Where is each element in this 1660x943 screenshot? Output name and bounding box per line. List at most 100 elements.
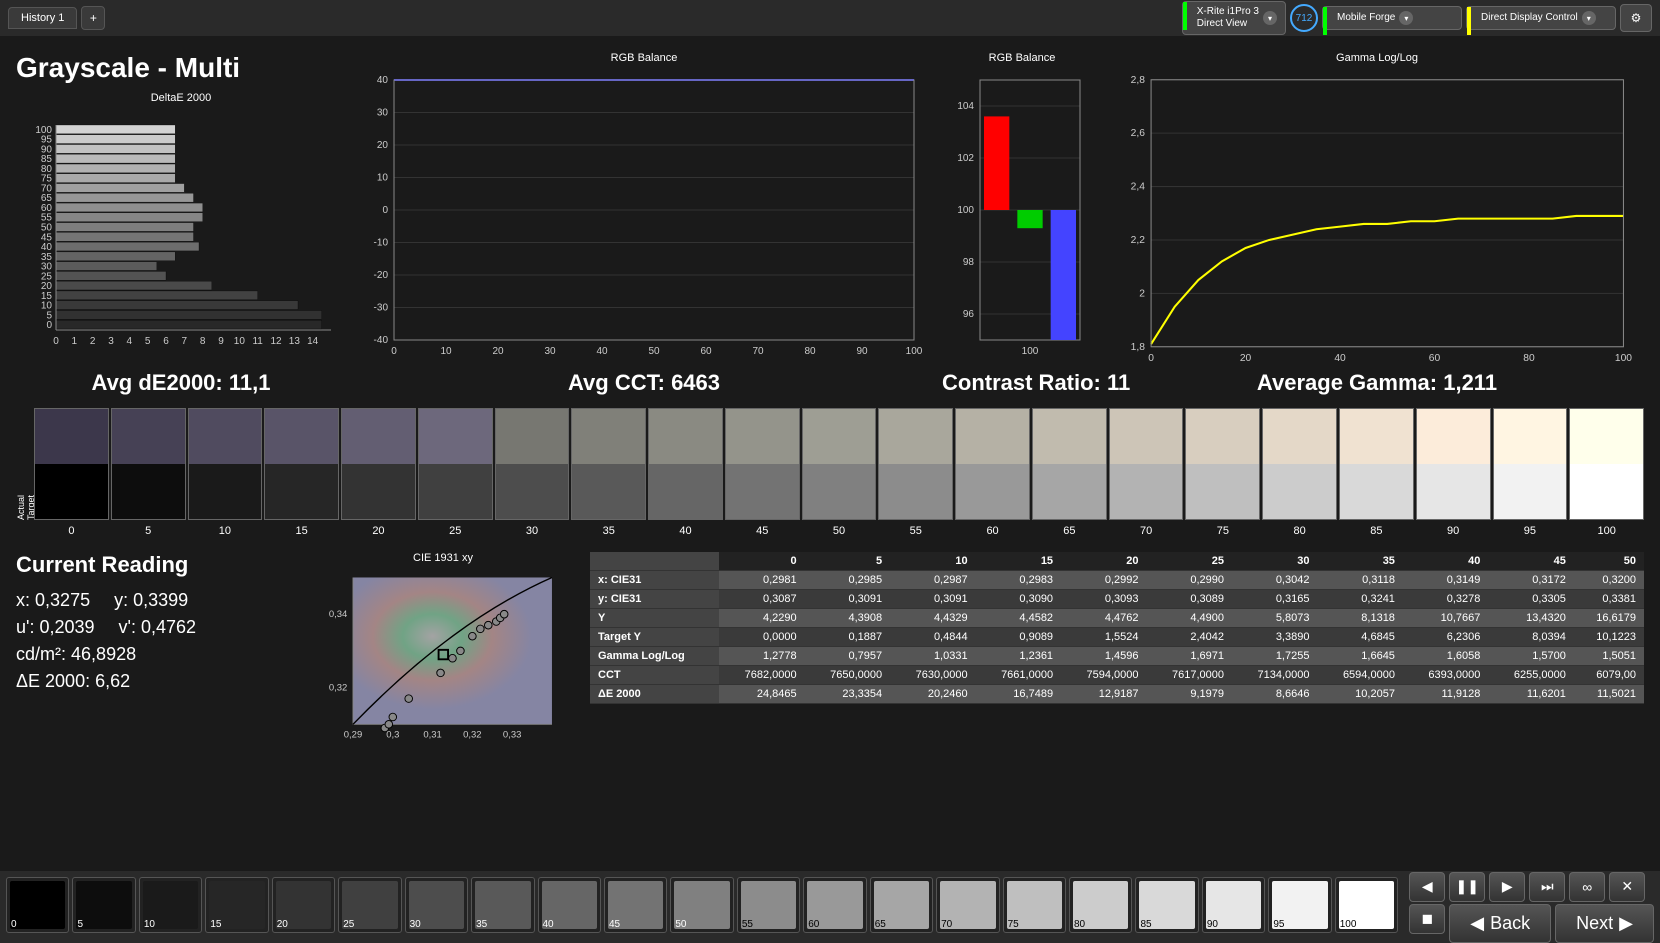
swatch-0[interactable]: 0 <box>34 408 109 520</box>
thumb-35[interactable]: 35 <box>471 877 534 933</box>
svg-text:100: 100 <box>35 125 52 136</box>
table-row: Y4,22904,39084,43294,45824,47624,49005,8… <box>590 609 1644 628</box>
swatch-55[interactable]: 55 <box>878 408 953 520</box>
thumb-70[interactable]: 70 <box>936 877 999 933</box>
svg-text:104: 104 <box>957 101 974 112</box>
thumb-50[interactable]: 50 <box>670 877 733 933</box>
table-cell: 4,3908 <box>805 609 890 628</box>
table-cell: 0,1887 <box>805 628 890 647</box>
prev-button[interactable]: ◀ <box>1409 872 1445 902</box>
thumb-30[interactable]: 30 <box>405 877 468 933</box>
swatch-85[interactable]: 85 <box>1339 408 1414 520</box>
back-button[interactable]: ◀Back <box>1449 904 1551 943</box>
table-cell: 4,4329 <box>890 609 975 628</box>
swatch-10[interactable]: 10 <box>188 408 263 520</box>
swatch-90[interactable]: 90 <box>1416 408 1491 520</box>
swatch-axis-labels: Actual Target <box>16 408 32 520</box>
thumb-20[interactable]: 20 <box>272 877 335 933</box>
pause-button[interactable]: ❚❚ <box>1449 872 1485 902</box>
svg-text:50: 50 <box>41 223 53 234</box>
loop-button[interactable]: ∞ <box>1569 872 1605 902</box>
swatch-5[interactable]: 5 <box>111 408 186 520</box>
table-cell: 7650,0000 <box>805 666 890 685</box>
thumb-60[interactable]: 60 <box>803 877 866 933</box>
thumb-label: 70 <box>941 919 952 930</box>
svg-text:0,3: 0,3 <box>386 730 399 741</box>
thumb-85[interactable]: 85 <box>1135 877 1198 933</box>
table-cell: 4,2290 <box>719 609 804 628</box>
thumb-75[interactable]: 75 <box>1003 877 1066 933</box>
close-button[interactable]: ✕ <box>1609 872 1645 902</box>
table-cell: 1,5524 <box>1061 628 1146 647</box>
thumb-80[interactable]: 80 <box>1069 877 1132 933</box>
thumb-45[interactable]: 45 <box>604 877 667 933</box>
swatch-60[interactable]: 60 <box>955 408 1030 520</box>
thumb-10[interactable]: 10 <box>139 877 202 933</box>
table-cell: 5,8073 <box>1232 609 1317 628</box>
back-icon: ◀ <box>1470 913 1484 934</box>
thumb-55[interactable]: 55 <box>737 877 800 933</box>
swatch-40[interactable]: 40 <box>648 408 723 520</box>
swatch-95[interactable]: 95 <box>1493 408 1568 520</box>
table-header: 50 <box>1574 552 1644 571</box>
svg-text:7: 7 <box>182 336 188 347</box>
thumb-0[interactable]: 0 <box>6 877 69 933</box>
add-tab-button[interactable]: + <box>81 6 105 30</box>
swatch-45[interactable]: 45 <box>725 408 800 520</box>
avg-gamma-metric: Average Gamma: 1,211 <box>1110 370 1644 396</box>
table-header: 5 <box>805 552 890 571</box>
thumb-label: 55 <box>742 919 753 930</box>
table-header: 20 <box>1061 552 1146 571</box>
swatch-50[interactable]: 50 <box>802 408 877 520</box>
svg-text:0,31: 0,31 <box>423 730 441 741</box>
history-tab[interactable]: History 1 <box>8 7 77 29</box>
table-cell: 7594,0000 <box>1061 666 1146 685</box>
table-header: 0 <box>719 552 804 571</box>
swatch-15[interactable]: 15 <box>264 408 339 520</box>
thumb-label: 65 <box>875 919 886 930</box>
thumb-65[interactable]: 65 <box>870 877 933 933</box>
table-cell: 1,2778 <box>719 647 804 666</box>
data-table-panel[interactable]: 05101520253035404550 x: CIE310,29810,298… <box>590 552 1644 762</box>
table-cell: 0,3091 <box>890 590 975 609</box>
swatch-70[interactable]: 70 <box>1109 408 1184 520</box>
table-cell: 1,6058 <box>1403 647 1488 666</box>
thumb-90[interactable]: 90 <box>1202 877 1265 933</box>
stop-button[interactable]: ◼ <box>1409 904 1445 934</box>
thumb-5[interactable]: 5 <box>72 877 135 933</box>
swatch-65[interactable]: 65 <box>1032 408 1107 520</box>
chevron-down-icon: ▾ <box>1399 11 1413 25</box>
svg-text:14: 14 <box>307 336 319 347</box>
thumb-label: 10 <box>144 919 155 930</box>
current-reading-panel: Current Reading x: 0,3275y: 0,3399 u': 0… <box>16 552 296 762</box>
swatch-30[interactable]: 30 <box>495 408 570 520</box>
swatch-80[interactable]: 80 <box>1262 408 1337 520</box>
swatch-label: 85 <box>1340 525 1413 537</box>
svg-text:1,8: 1,8 <box>1131 342 1146 353</box>
stop-icon: ◼ <box>1421 910 1433 927</box>
thumb-15[interactable]: 15 <box>205 877 268 933</box>
thumb-95[interactable]: 95 <box>1268 877 1331 933</box>
thumb-100[interactable]: 100 <box>1335 877 1398 933</box>
thumb-40[interactable]: 40 <box>538 877 601 933</box>
swatch-20[interactable]: 20 <box>341 408 416 520</box>
play-button[interactable]: ▶ <box>1489 872 1525 902</box>
swatch-25[interactable]: 25 <box>418 408 493 520</box>
svg-text:0,32: 0,32 <box>329 682 347 693</box>
svg-text:-40: -40 <box>374 335 389 346</box>
next-button[interactable]: ⏭ <box>1529 872 1565 902</box>
swatch-35[interactable]: 35 <box>571 408 646 520</box>
device-xrite-button[interactable]: X-Rite i1Pro 3Direct View ▾ <box>1182 1 1286 35</box>
table-cell: 0,7957 <box>805 647 890 666</box>
table-row: x: CIE310,29810,29850,29870,29830,29920,… <box>590 571 1644 590</box>
device-mobileforge-button[interactable]: Mobile Forge ▾ <box>1322 6 1462 30</box>
svg-text:75: 75 <box>41 174 53 185</box>
table-cell: 0,3172 <box>1488 571 1573 590</box>
swatch-100[interactable]: 100 <box>1569 408 1644 520</box>
next-nav-button[interactable]: Next▶ <box>1555 904 1654 943</box>
thumb-25[interactable]: 25 <box>338 877 401 933</box>
table-cell: 1,4596 <box>1061 647 1146 666</box>
device-ddc-button[interactable]: Direct Display Control ▾ <box>1466 6 1616 30</box>
settings-button[interactable]: ⚙ <box>1620 4 1652 32</box>
swatch-75[interactable]: 75 <box>1185 408 1260 520</box>
